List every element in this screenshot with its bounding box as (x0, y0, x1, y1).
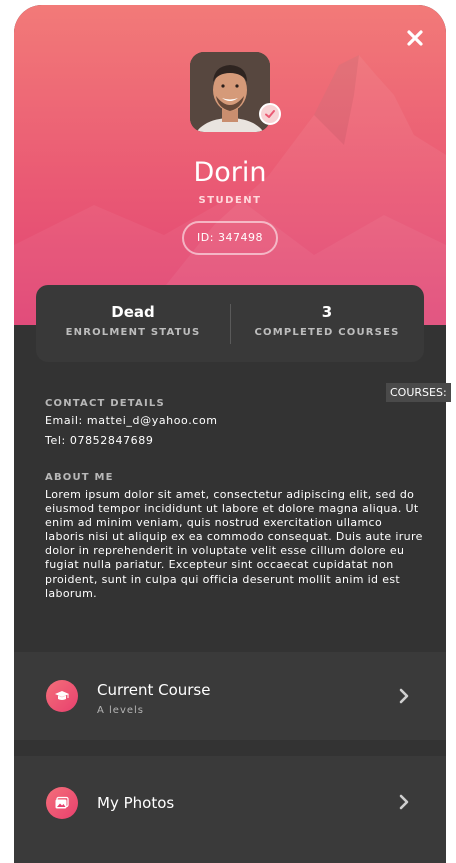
menu-item-title: Current Course (97, 681, 211, 699)
about-me-heading: ABOUT ME (45, 472, 114, 483)
menu-item-my-photos[interactable]: My Photos (14, 756, 446, 863)
profile-card: Dorin STUDENT ID: 347498 Dead ENROLMENT … (14, 5, 446, 863)
chevron-right-icon (399, 794, 409, 810)
avatar[interactable] (190, 52, 270, 132)
menu-item-title: My Photos (97, 794, 175, 812)
enrolment-status-label: ENROLMENT STATUS (65, 327, 201, 338)
contact-details-heading: CONTACT DETAILS (45, 398, 165, 409)
student-id-badge: ID: 347498 (182, 221, 278, 255)
profile-role: STUDENT (198, 195, 262, 206)
avatar-photo (190, 52, 270, 132)
close-button[interactable] (404, 27, 426, 49)
stats-panel: Dead ENROLMENT STATUS 3 COMPLETED COURSE… (36, 285, 424, 362)
about-me-text: Lorem ipsum dolor sit amet, consectetur … (45, 488, 423, 600)
photos-icon (46, 787, 78, 819)
menu-item-current-course[interactable]: Current Course A levels (14, 652, 446, 740)
profile-name: Dorin (193, 157, 267, 188)
completed-courses-stat: 3 COMPLETED COURSES (230, 285, 424, 362)
profile-header: Dorin STUDENT ID: 347498 (14, 5, 446, 325)
chevron-right-icon (399, 688, 409, 704)
menu-item-subtitle: A levels (97, 705, 145, 716)
completed-courses-label: COMPLETED COURSES (254, 327, 400, 338)
completed-courses-value: 3 (321, 303, 333, 321)
enrolment-stat: Dead ENROLMENT STATUS (36, 285, 230, 362)
contact-email: Email: mattei_d@yahoo.com (45, 414, 218, 427)
contact-phone: Tel: 07852847689 (45, 434, 154, 447)
close-icon (407, 30, 423, 46)
enrolment-status-value: Dead (111, 303, 155, 321)
courses-tooltip: COURSES: (386, 383, 451, 402)
check-circle-icon (259, 103, 281, 125)
graduation-cap-icon (46, 680, 78, 712)
